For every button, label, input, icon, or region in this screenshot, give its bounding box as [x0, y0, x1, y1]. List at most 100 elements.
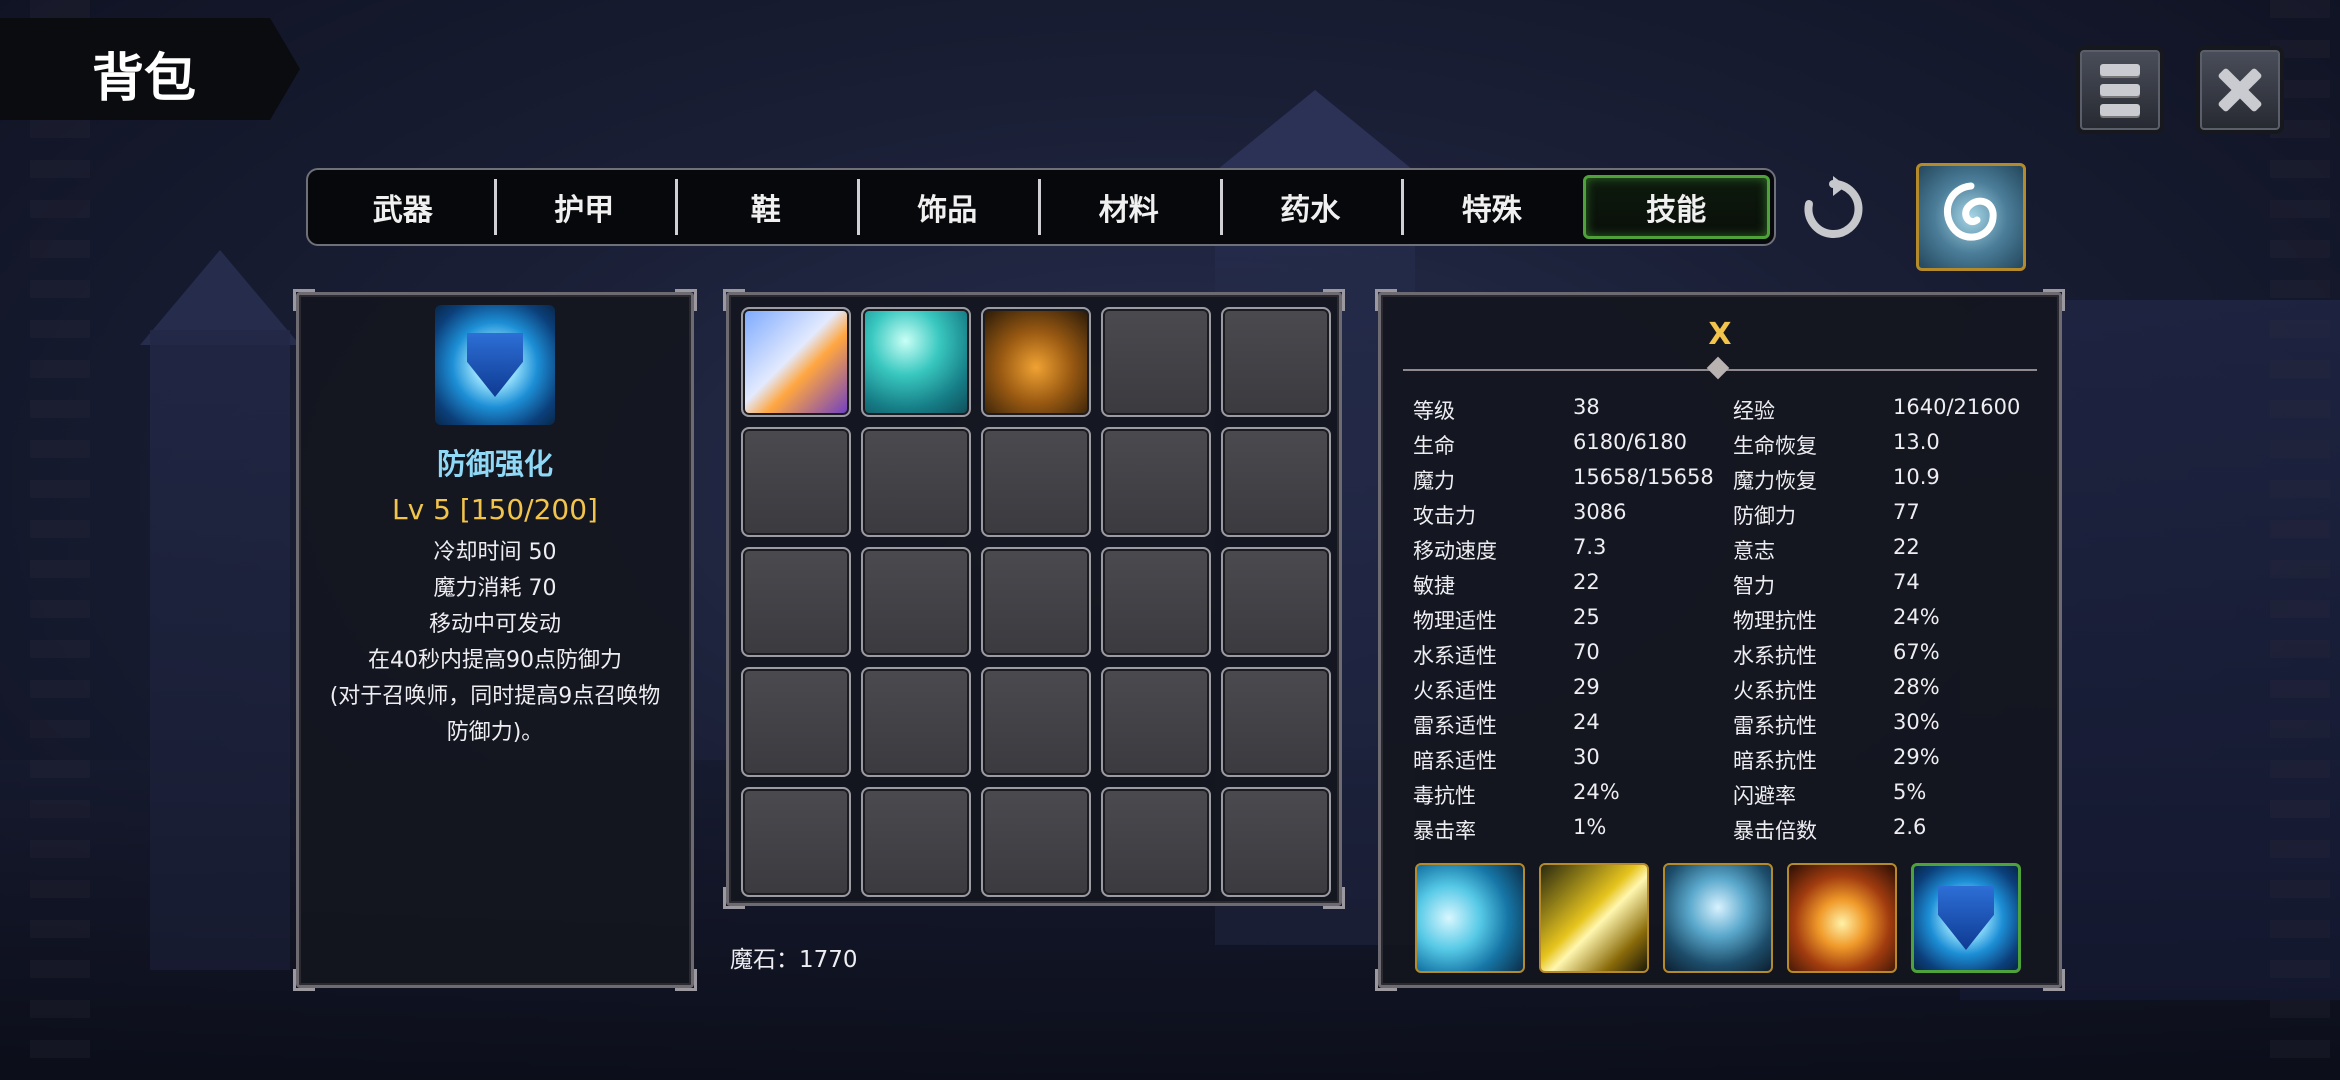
- water-wave-icon[interactable]: [1415, 863, 1525, 973]
- close-button[interactable]: [2196, 46, 2284, 134]
- stat-value: 25: [1573, 605, 1600, 629]
- stat-label: 智力: [1733, 574, 1775, 598]
- stat-label: 经验: [1733, 399, 1775, 423]
- stat-label: 暴击率: [1413, 819, 1476, 843]
- ornamental-divider: [1403, 369, 2037, 371]
- tab-potion[interactable]: 药水: [1219, 175, 1402, 239]
- inventory-slot[interactable]: [741, 667, 851, 777]
- inventory-slot[interactable]: [861, 427, 971, 537]
- stat-label: 火系抗性: [1733, 679, 1817, 703]
- skill-detail-panel: 防御强化 Lv 5 [150/200] 冷却时间 50 魔力消耗 70 移动中可…: [293, 289, 697, 991]
- inventory-slot[interactable]: [1101, 787, 1211, 897]
- inventory-slot[interactable]: [861, 667, 971, 777]
- stat-value: 30%: [1893, 710, 1940, 734]
- defense-shield-icon: [435, 305, 555, 425]
- stat-label: 水系抗性: [1733, 644, 1817, 668]
- stat-row: 敏捷 22 智力 74: [1413, 570, 2033, 604]
- inventory-slot[interactable]: [981, 547, 1091, 657]
- stat-label: 雷系适性: [1413, 714, 1497, 738]
- stat-value: 22: [1893, 535, 1920, 559]
- stat-row: 生命 6180/6180 生命恢复 13.0: [1413, 430, 2033, 464]
- skill-name: 防御强化: [436, 447, 553, 481]
- tab-armor[interactable]: 护甲: [493, 175, 676, 239]
- stat-label: 闪避率: [1733, 784, 1796, 808]
- stat-value: 7.3: [1573, 535, 1607, 559]
- left-vine-border: [30, 0, 90, 1080]
- stat-label: 意志: [1733, 539, 1775, 563]
- stat-label: 水系适性: [1413, 644, 1497, 668]
- tab-skill[interactable]: 技能: [1582, 175, 1770, 239]
- inventory-slot[interactable]: [1221, 787, 1331, 897]
- stat-label: 魔力: [1413, 469, 1455, 493]
- stat-value: 67%: [1893, 640, 1940, 664]
- stat-value: 5%: [1893, 780, 1927, 804]
- skill-move-cast: 移动中可发动: [428, 612, 561, 637]
- stat-label: 毒抗性: [1413, 784, 1476, 808]
- inventory-slot[interactable]: [1101, 427, 1211, 537]
- inventory-slot[interactable]: [741, 427, 851, 537]
- spirit-figure-icon[interactable]: [1663, 863, 1773, 973]
- stat-value: 24%: [1893, 605, 1940, 629]
- inventory-slot[interactable]: [861, 787, 971, 897]
- stat-row: 移动速度 7.3 意志 22: [1413, 535, 2033, 569]
- stat-value: 10.9: [1893, 465, 1940, 489]
- inventory-slot[interactable]: [741, 787, 851, 897]
- stat-value: 38: [1573, 395, 1600, 419]
- inventory-slot[interactable]: [1101, 547, 1211, 657]
- light-beam-icon[interactable]: [741, 307, 851, 417]
- light-slash-icon[interactable]: [1539, 863, 1649, 973]
- character-avatar-button[interactable]: [1916, 163, 2026, 271]
- character-stats-panel: X 等级 38 经验 1640/21600 生命 6180/6180 生命恢复 13.0 魔力 1…: [1375, 289, 2065, 991]
- stat-value: 24%: [1573, 780, 1620, 804]
- stat-value: 15658/15658: [1573, 465, 1714, 489]
- right-vine-border: [2270, 0, 2330, 1080]
- tab-special[interactable]: 特殊: [1401, 175, 1583, 239]
- refresh-icon[interactable]: [1800, 176, 1866, 242]
- equipped-skills: [1415, 863, 2021, 973]
- stat-value: 3086: [1573, 500, 1627, 524]
- stat-label: 魔力恢复: [1733, 469, 1817, 493]
- stat-value: 13.0: [1893, 430, 1940, 454]
- inventory-slot[interactable]: [981, 787, 1091, 897]
- stat-value: 74: [1893, 570, 1920, 594]
- inventory-slot[interactable]: [1221, 427, 1331, 537]
- fire-hand-icon[interactable]: [1787, 863, 1897, 973]
- stat-row: 雷系适性 24 雷系抗性 30%: [1413, 710, 2033, 744]
- stat-value: 2.6: [1893, 815, 1927, 839]
- inventory-slot[interactable]: [861, 547, 971, 657]
- stat-label: 敏捷: [1413, 574, 1455, 598]
- inventory-slot[interactable]: [741, 547, 851, 657]
- inventory-slot[interactable]: [981, 667, 1091, 777]
- stat-value: 28%: [1893, 675, 1940, 699]
- tab-material[interactable]: 材料: [1038, 175, 1220, 239]
- tab-accessory[interactable]: 饰品: [856, 175, 1039, 239]
- defense-shield-icon[interactable]: [1911, 863, 2021, 973]
- inventory-slot[interactable]: [1221, 547, 1331, 657]
- inventory-slot[interactable]: [981, 427, 1091, 537]
- stat-value: 77: [1893, 500, 1920, 524]
- skill-description-3: 防御力)。: [446, 720, 544, 745]
- menu-button[interactable]: [2076, 46, 2164, 134]
- stat-row: 水系适性 70 水系抗性 67%: [1413, 640, 2033, 674]
- skill-description-1: 在40秒内提高90点防御力: [368, 648, 622, 673]
- tab-shoes[interactable]: 鞋: [675, 175, 857, 239]
- inventory-slot[interactable]: [1101, 307, 1211, 417]
- inventory-grid: [741, 307, 1331, 897]
- tab-weapon[interactable]: 武器: [312, 175, 494, 239]
- category-tabs: 武器 护甲 鞋 饰品 材料 药水 特殊 技能: [306, 168, 1776, 246]
- spiral-emblem-icon: [1943, 182, 1997, 241]
- inventory-slot[interactable]: [1221, 667, 1331, 777]
- stat-value: 1%: [1573, 815, 1607, 839]
- stat-label: 移动速度: [1413, 539, 1497, 563]
- stat-label: 生命: [1413, 434, 1455, 458]
- water-splash-icon[interactable]: [861, 307, 971, 417]
- stat-label: 物理适性: [1413, 609, 1497, 633]
- gold-orbs-icon[interactable]: [981, 307, 1091, 417]
- inventory-slot[interactable]: [1101, 667, 1211, 777]
- stat-row: 攻击力 3086 防御力 77: [1413, 500, 2033, 534]
- stat-label: 雷系抗性: [1733, 714, 1817, 738]
- stat-label: 暴击倍数: [1733, 819, 1817, 843]
- character-name: X: [1708, 317, 1732, 352]
- inventory-slot[interactable]: [1221, 307, 1331, 417]
- skill-level: Lv 5 [150/200]: [392, 493, 598, 526]
